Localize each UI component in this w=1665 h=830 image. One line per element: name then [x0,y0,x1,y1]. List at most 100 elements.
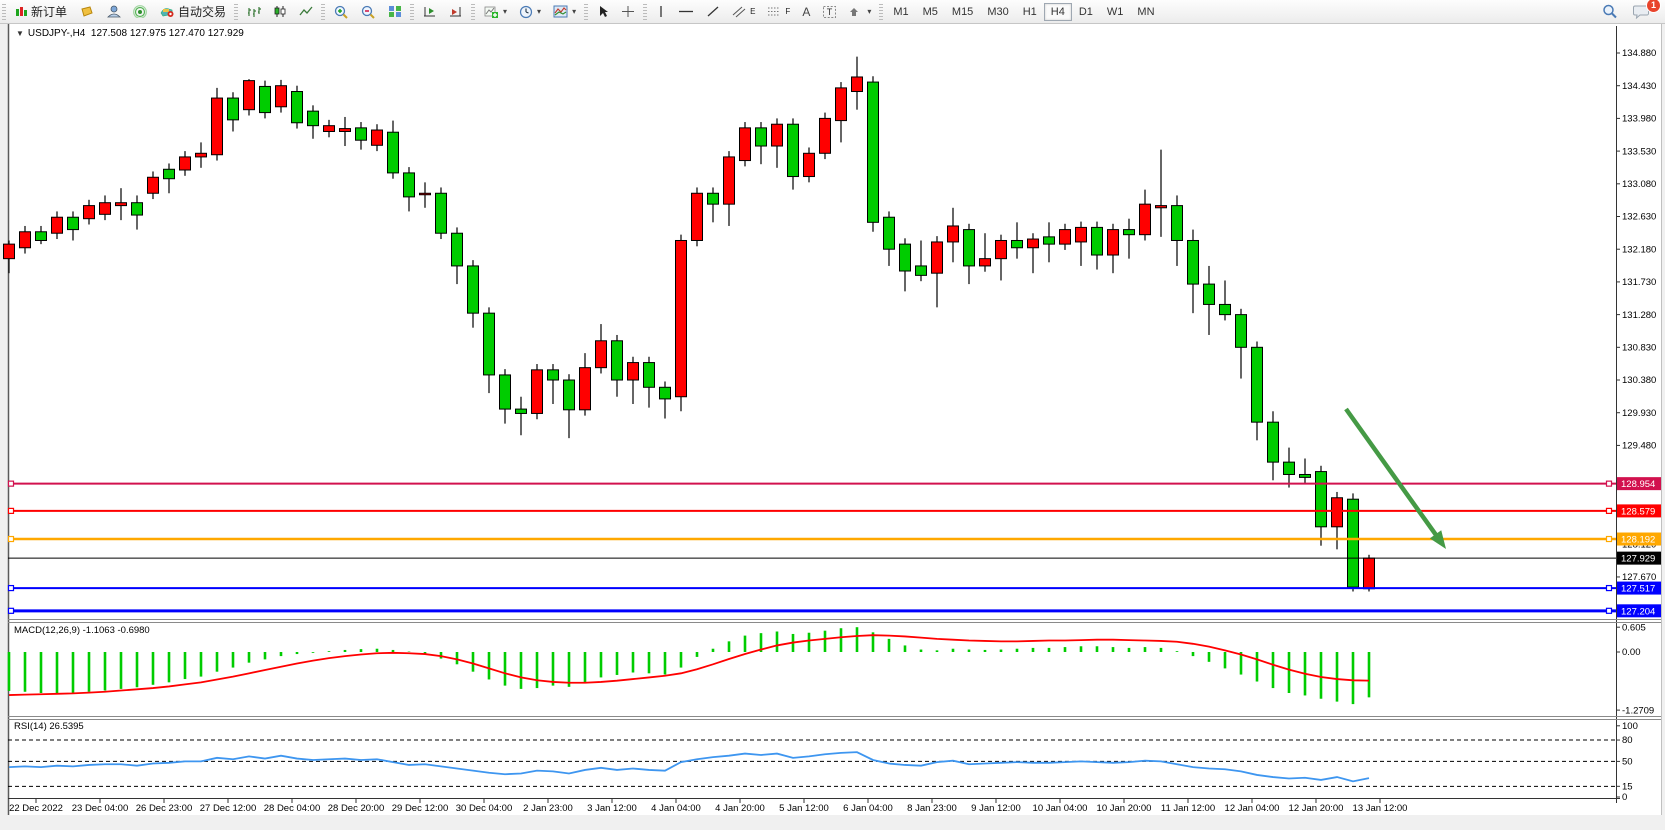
chart-canvas[interactable]: 134.880134.430133.980133.530133.080132.6… [0,0,1665,830]
time-tick-label: 22 Dec 2022 [9,803,63,814]
candle-body [1332,498,1343,527]
price-tick-label: 130.380 [1622,375,1656,386]
time-tick-label: 26 Dec 23:00 [136,803,193,814]
rsi-name: RSI(14) [14,721,47,732]
candle-body [1252,347,1263,422]
candle-body [148,177,159,193]
candle-body [292,92,303,123]
candle-body [1204,284,1215,304]
macd-values: -1.1063 -0.6980 [83,625,150,636]
candle-body [276,86,287,107]
hline-handle[interactable] [9,481,14,486]
candle-body [836,88,847,121]
candle-body [788,124,799,176]
time-tick-label: 28 Dec 04:00 [264,803,321,814]
time-tick-label: 23 Dec 04:00 [72,803,129,814]
candle-body [948,226,959,242]
candle-body [260,86,271,112]
candle-body [340,129,351,132]
hline-handle[interactable] [1607,537,1612,542]
candle-body [1060,230,1071,245]
candle-body [772,124,783,146]
candle-body [164,169,175,178]
macd-tick-label: -1.2709 [1622,705,1654,716]
candle-body [532,370,543,414]
time-tick-label: 6 Jan 04:00 [843,803,893,814]
rsi-tick-label: 0 [1622,792,1627,803]
candle-body [1124,230,1135,235]
hline-handle[interactable] [1607,608,1612,613]
candle-body [1076,227,1087,242]
price-line-badge-label: 128.192 [1621,535,1655,546]
price-line-badge-label: 128.954 [1621,479,1655,490]
candle-body [740,128,751,161]
candle-body [84,206,95,219]
time-tick-label: 4 Jan 04:00 [651,803,701,814]
time-tick-label: 29 Dec 12:00 [392,803,449,814]
price-tick-label: 133.530 [1622,146,1656,157]
candle-body [436,193,447,233]
macd-name: MACD(12,26,9) [14,625,80,636]
candle-body [228,98,239,120]
hline-handle[interactable] [9,608,14,613]
candle-body [660,387,671,399]
candle-body [1284,462,1295,474]
hline-handle[interactable] [1607,508,1612,513]
hline-handle[interactable] [9,508,14,513]
time-tick-label: 28 Dec 20:00 [328,803,385,814]
hline-handle[interactable] [9,537,14,542]
candle-body [1236,315,1247,348]
price-tick-label: 130.830 [1622,343,1656,354]
candle-body [1140,204,1151,235]
candle-body [20,232,31,248]
rsi-tick-label: 50 [1622,757,1633,768]
candle-body [1044,237,1055,244]
candle-body [1348,499,1359,587]
price-tick-label: 127.670 [1622,572,1656,583]
candle-body [372,130,383,145]
candle-body [324,126,335,132]
candle-body [804,153,815,176]
candle-body [1092,227,1103,255]
candle-body [212,98,223,155]
rsi-tick-label: 80 [1622,735,1633,746]
candle-body [548,370,559,380]
candle-body [356,128,367,140]
price-tick-label: 132.630 [1622,212,1656,223]
price-tick-label: 132.180 [1622,244,1656,255]
candle-body [964,230,975,266]
hline-handle[interactable] [9,586,14,591]
candle-body [932,242,943,273]
candle-body [36,232,47,241]
time-tick-label: 2 Jan 23:00 [523,803,573,814]
price-tick-label: 131.730 [1622,277,1656,288]
time-tick-label: 3 Jan 12:00 [587,803,637,814]
chart-dropdown-triangle[interactable]: ▼ [16,29,24,38]
time-tick-label: 9 Jan 12:00 [971,803,1021,814]
hline-handle[interactable] [1607,586,1612,591]
candle-body [676,240,687,396]
candle-body [868,82,879,222]
candle-body [196,153,207,157]
candle-body [116,203,127,206]
price-line-badge-label: 128.579 [1621,506,1655,517]
candle-body [628,363,639,380]
candle-body [644,363,655,388]
hline-handle[interactable] [1607,481,1612,486]
candle-body [68,217,79,229]
time-tick-label: 27 Dec 12:00 [200,803,257,814]
candle-body [1300,474,1311,477]
time-tick-label: 30 Dec 04:00 [456,803,513,814]
candle-body [100,203,111,215]
price-line-badge-label: 127.204 [1621,606,1655,617]
rsi-indicator-label: RSI(14) 26.5395 [14,721,84,732]
candle-body [1268,422,1279,462]
price-tick-label: 131.280 [1622,310,1656,321]
candle-body [900,244,911,271]
candle-body [404,173,415,197]
time-tick-label: 12 Jan 20:00 [1289,803,1344,814]
candle-body [596,341,607,368]
price-tick-label: 129.480 [1622,441,1656,452]
candle-body [180,157,191,170]
candle-body [1012,240,1023,247]
